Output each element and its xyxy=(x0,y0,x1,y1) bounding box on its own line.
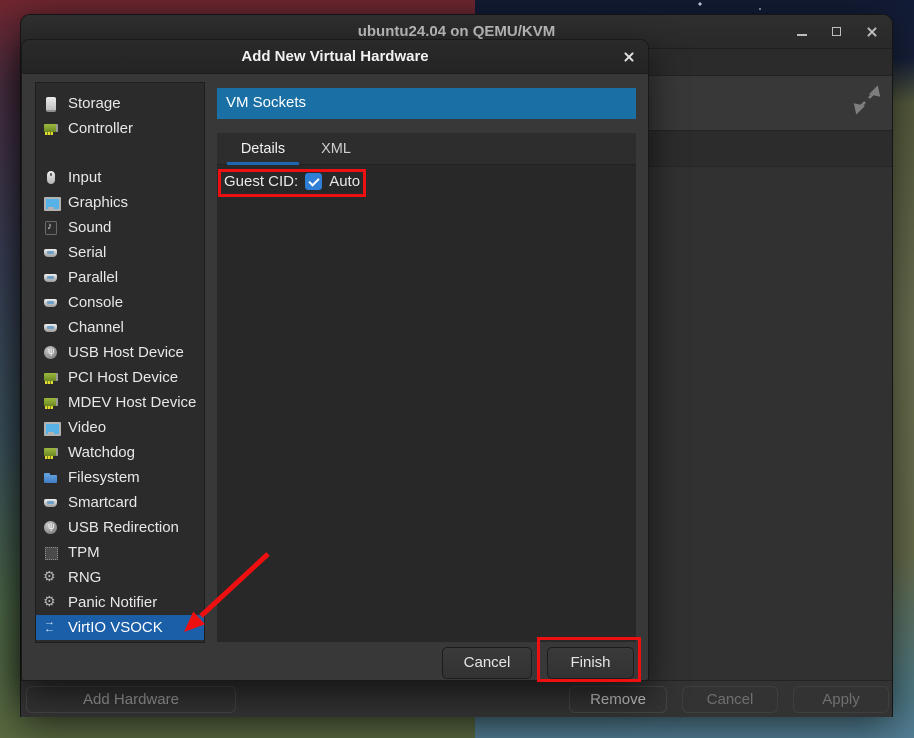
card-icon xyxy=(43,395,59,411)
maximize-icon[interactable] xyxy=(831,26,843,38)
dialog-titlebar: Add New Virtual Hardware xyxy=(22,40,648,74)
sidebar-item-label: Sound xyxy=(68,219,111,236)
apply-button[interactable]: Apply xyxy=(793,686,889,713)
sidebar-item-label: Input xyxy=(68,169,101,186)
dialog-close-icon[interactable] xyxy=(623,51,635,63)
sidebar-item-graphics[interactable]: Graphics xyxy=(36,190,204,215)
plug-icon xyxy=(43,495,59,511)
plug-icon xyxy=(43,295,59,311)
sidebar-item-label: VirtIO VSOCK xyxy=(68,619,163,636)
sidebar-item-tpm[interactable]: TPM xyxy=(36,540,204,565)
sidebar-item-virtio-vsock[interactable]: VirtIO VSOCK xyxy=(36,615,204,640)
window-controls xyxy=(796,15,878,49)
sidebar-item-usb-redirection[interactable]: USB Redirection xyxy=(36,515,204,540)
sound-icon xyxy=(43,220,59,236)
sidebar-item-label: Panic Notifier xyxy=(68,594,157,611)
hardware-type-list: Storage Controller Input Graphics Sound Seria… xyxy=(35,82,205,643)
active-tab-underline xyxy=(227,162,299,165)
card-icon xyxy=(43,370,59,386)
vm-window-action-bar: Add Hardware Remove Cancel Apply xyxy=(21,680,892,717)
sidebar-item-label: Console xyxy=(68,294,123,311)
details-tab-content: Guest CID: Auto xyxy=(217,165,636,642)
sidebar-item-label: USB Redirection xyxy=(68,519,179,536)
arrows-icon xyxy=(43,620,59,636)
sidebar-item-filesystem[interactable]: Filesystem xyxy=(36,465,204,490)
sidebar-item-label: Filesystem xyxy=(68,469,140,486)
sidebar-spacer xyxy=(36,141,204,165)
remove-button[interactable]: Remove xyxy=(569,686,667,713)
tab-details[interactable]: Details xyxy=(227,133,299,165)
sidebar-item-input[interactable]: Input xyxy=(36,165,204,190)
sidebar-item-sound[interactable]: Sound xyxy=(36,215,204,240)
close-icon[interactable] xyxy=(866,26,878,38)
disk-icon xyxy=(43,96,59,112)
mouse-icon xyxy=(43,170,59,186)
sidebar-item-label: Video xyxy=(68,419,106,436)
dialog-title: Add New Virtual Hardware xyxy=(22,40,648,73)
auto-checkbox[interactable] xyxy=(305,173,322,190)
plug-icon xyxy=(43,320,59,336)
gear-icon xyxy=(43,595,59,611)
card-icon xyxy=(43,445,59,461)
sidebar-item-label: Channel xyxy=(68,319,124,336)
dialog-finish-button[interactable]: Finish xyxy=(547,647,634,679)
sidebar-item-controller[interactable]: Controller xyxy=(36,116,204,141)
hardware-detail-panel: VM Sockets DetailsXML Guest CID: Auto xyxy=(217,88,636,642)
sidebar-item-label: Storage xyxy=(68,95,121,112)
sidebar-item-console[interactable]: Console xyxy=(36,290,204,315)
sidebar-item-rng[interactable]: RNG xyxy=(36,565,204,590)
sidebar-item-channel[interactable]: Channel xyxy=(36,315,204,340)
sidebar-item-pci-host-device[interactable]: PCI Host Device xyxy=(36,365,204,390)
sidebar-item-label: PCI Host Device xyxy=(68,369,178,386)
sidebar-item-watchdog[interactable]: Watchdog xyxy=(36,440,204,465)
sidebar-item-label: Controller xyxy=(68,120,133,137)
panel-header: VM Sockets xyxy=(217,88,636,119)
plug-icon xyxy=(43,270,59,286)
vm-cancel-button[interactable]: Cancel xyxy=(682,686,778,713)
sidebar-item-label: Smartcard xyxy=(68,494,137,511)
sidebar-item-label: Watchdog xyxy=(68,444,135,461)
sidebar-item-storage[interactable]: Storage xyxy=(36,91,204,116)
sidebar-item-label: Serial xyxy=(68,244,106,261)
sidebar-item-panic-notifier[interactable]: Panic Notifier xyxy=(36,590,204,615)
plug-icon xyxy=(43,245,59,261)
tab-xml[interactable]: XML xyxy=(307,133,365,165)
chip-icon xyxy=(43,545,59,561)
usb-icon xyxy=(43,345,59,361)
vm-window: ubuntu24.04 on QEMU/KVM Add Hardware xyxy=(20,14,893,717)
folder-icon xyxy=(43,470,59,486)
gear-icon xyxy=(43,570,59,586)
sidebar-item-label: Parallel xyxy=(68,269,118,286)
guest-cid-row: Guest CID: Auto xyxy=(224,173,629,190)
fullscreen-icon[interactable] xyxy=(851,84,883,116)
usb-icon xyxy=(43,520,59,536)
sidebar-item-label: TPM xyxy=(68,544,100,561)
add-hardware-button[interactable]: Add Hardware xyxy=(26,686,236,713)
sidebar-item-label: RNG xyxy=(68,569,101,586)
monitor-icon xyxy=(43,195,59,211)
auto-label: Auto xyxy=(329,173,360,190)
desktop-wallpaper: ubuntu24.04 on QEMU/KVM Add Hardware xyxy=(0,0,914,738)
add-hardware-dialog: Add New Virtual Hardware Storage Controll… xyxy=(21,39,649,681)
sidebar-item-usb-host-device[interactable]: USB Host Device xyxy=(36,340,204,365)
sidebar-item-video[interactable]: Video xyxy=(36,415,204,440)
monitor-icon xyxy=(43,420,59,436)
sidebar-item-serial[interactable]: Serial xyxy=(36,240,204,265)
sidebar-item-label: MDEV Host Device xyxy=(68,394,196,411)
sidebar-item-label: Graphics xyxy=(68,194,128,211)
sidebar-item-smartcard[interactable]: Smartcard xyxy=(36,490,204,515)
sidebar-item-label: USB Host Device xyxy=(68,344,184,361)
card-icon xyxy=(43,121,59,137)
sidebar-item-parallel[interactable]: Parallel xyxy=(36,265,204,290)
guest-cid-label: Guest CID: xyxy=(224,173,298,190)
tabbar: DetailsXML xyxy=(217,133,636,165)
dialog-cancel-button[interactable]: Cancel xyxy=(442,647,532,679)
minimize-icon[interactable] xyxy=(796,26,808,38)
sidebar-item-mdev-host-device[interactable]: MDEV Host Device xyxy=(36,390,204,415)
